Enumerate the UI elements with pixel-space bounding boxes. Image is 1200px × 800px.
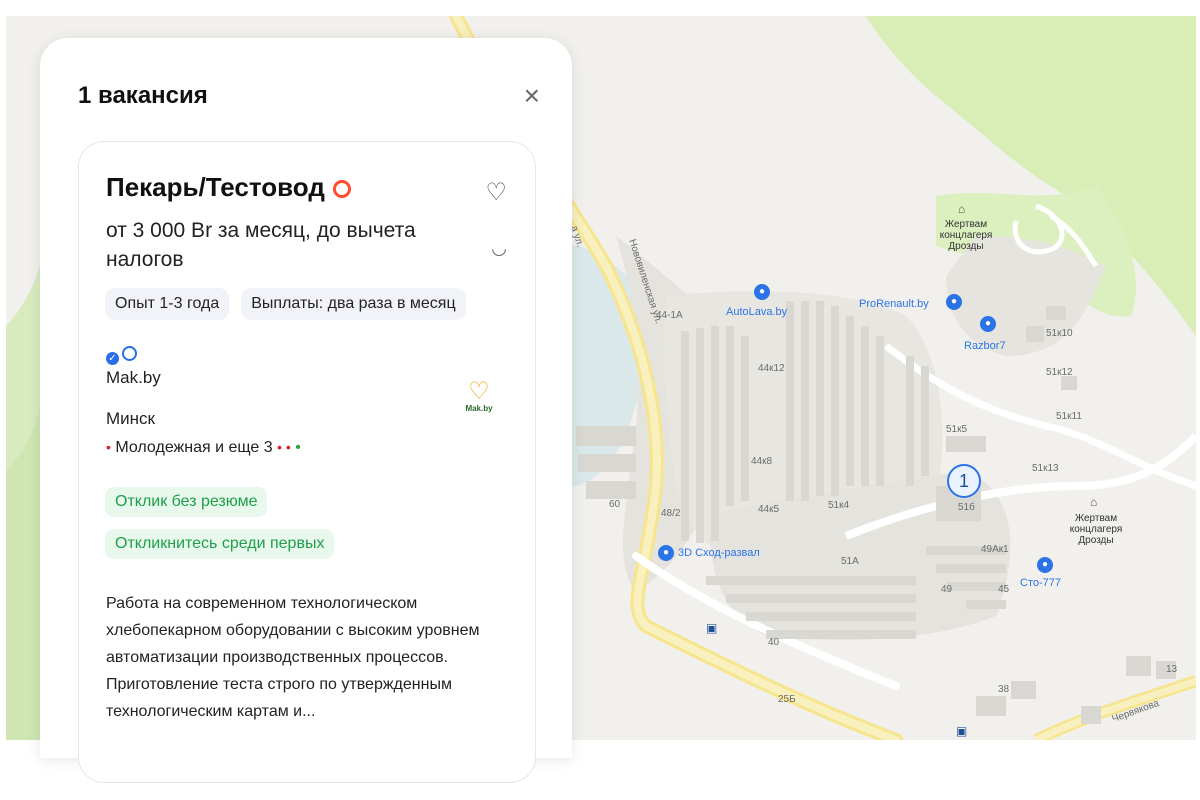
bus-stop-icon: ▣: [956, 724, 968, 738]
poi-razbor7[interactable]: Razbor7: [964, 340, 1006, 352]
vacancy-title[interactable]: Пекарь/Тестовод: [106, 172, 351, 203]
monument-icon: ⌂: [958, 202, 966, 216]
car-service-icon[interactable]: ●: [754, 284, 770, 300]
salary-text: от 3 000 Br за месяц, до вычета налогов: [106, 219, 416, 271]
payment-tag: Выплаты: два раза в месяц: [241, 288, 466, 320]
vacancy-card[interactable]: Пекарь/Тестовод ♡ от 3 000 Br за месяц, …: [78, 141, 536, 783]
house-number: 51к13: [1032, 463, 1059, 474]
metro-text: Молодежная и еще 3: [115, 439, 273, 456]
vacancy-map-marker[interactable]: 1: [947, 464, 981, 498]
house-number: 40: [768, 637, 780, 648]
monument-icon: ⌂: [1090, 495, 1098, 509]
city: Минск: [106, 409, 155, 428]
house-number: 49: [941, 584, 953, 595]
close-icon[interactable]: ×: [524, 82, 540, 110]
house-number: 51к10: [1046, 328, 1073, 339]
car-service-icon[interactable]: ●: [946, 294, 962, 310]
house-number: 44-1А: [656, 310, 683, 321]
logo-text: Mak.by: [465, 404, 493, 413]
page-title: 1 вакансия: [78, 82, 208, 109]
house-number: 51к5: [946, 424, 968, 435]
metro-dot-icon: •: [281, 439, 291, 455]
company-verification: ✓: [106, 346, 137, 365]
house-number: 13: [1166, 664, 1178, 675]
house-number: 38: [998, 684, 1010, 695]
vacancy-description: Работа на современном технологическом хл…: [106, 595, 480, 720]
company-name[interactable]: Mak.by: [106, 368, 161, 388]
accredited-icon: [122, 346, 137, 361]
company-logo: ♡ Mak.by: [457, 380, 501, 422]
poi-3d-razval[interactable]: 3D Сход-развал: [678, 547, 760, 559]
house-number: 44к8: [751, 456, 773, 467]
car-service-icon[interactable]: ●: [1037, 557, 1053, 573]
house-number: 25Б: [778, 694, 796, 705]
memorial-label: Жертвам концлагеря Дрозды: [939, 219, 993, 252]
house-number: 44к5: [758, 504, 780, 515]
heart-logo-icon: ♡: [468, 378, 490, 405]
house-number: 51к11: [1056, 411, 1082, 422]
vacancy-tags: Опыт 1-3 года Выплаты: два раза в месяц: [105, 288, 466, 320]
house-number: 60: [609, 499, 621, 510]
metro-dot-icon: •: [290, 439, 301, 456]
no-resume-tag: Отклик без резюме: [105, 487, 268, 517]
car-service-icon[interactable]: ●: [980, 316, 996, 332]
memorial-label: Жертвам концлагеря Дрозды: [1069, 513, 1123, 546]
experience-tag: Опыт 1-3 года: [105, 288, 230, 320]
hot-badge-icon: [332, 180, 351, 199]
poi-autolava[interactable]: AutoLava.by: [726, 306, 787, 318]
metro-stations: • Молодежная и еще 3 • • •: [106, 439, 301, 457]
car-service-icon[interactable]: ●: [658, 545, 674, 561]
respond-first-tag: Откликнитесь среди первых: [105, 529, 335, 559]
metro-dot-icon: •: [106, 439, 111, 455]
house-number: 44к12: [758, 363, 785, 374]
bus-stop-icon: ▣: [706, 621, 718, 635]
vacancy-title-text: Пекарь/Тестовод: [106, 172, 325, 202]
house-number: 51б: [958, 502, 975, 513]
house-number: 49Ак1: [981, 544, 1009, 555]
vacancy-panel: 1 вакансия × Пекарь/Тестовод ♡ от 3 000 …: [40, 38, 572, 783]
poi-sto-777[interactable]: Сто-777: [1020, 577, 1061, 589]
poi-prorenault[interactable]: ProRenault.by: [859, 298, 929, 310]
house-number: 51А: [841, 556, 859, 567]
verified-icon: ✓: [106, 352, 119, 365]
house-number: 51к12: [1046, 367, 1073, 378]
house-number: 45: [998, 584, 1010, 595]
house-number: 48/2: [661, 508, 681, 519]
house-number: 51к4: [828, 500, 850, 511]
hide-icon[interactable]: ◡: [491, 238, 507, 259]
favorite-icon[interactable]: ♡: [485, 178, 507, 207]
